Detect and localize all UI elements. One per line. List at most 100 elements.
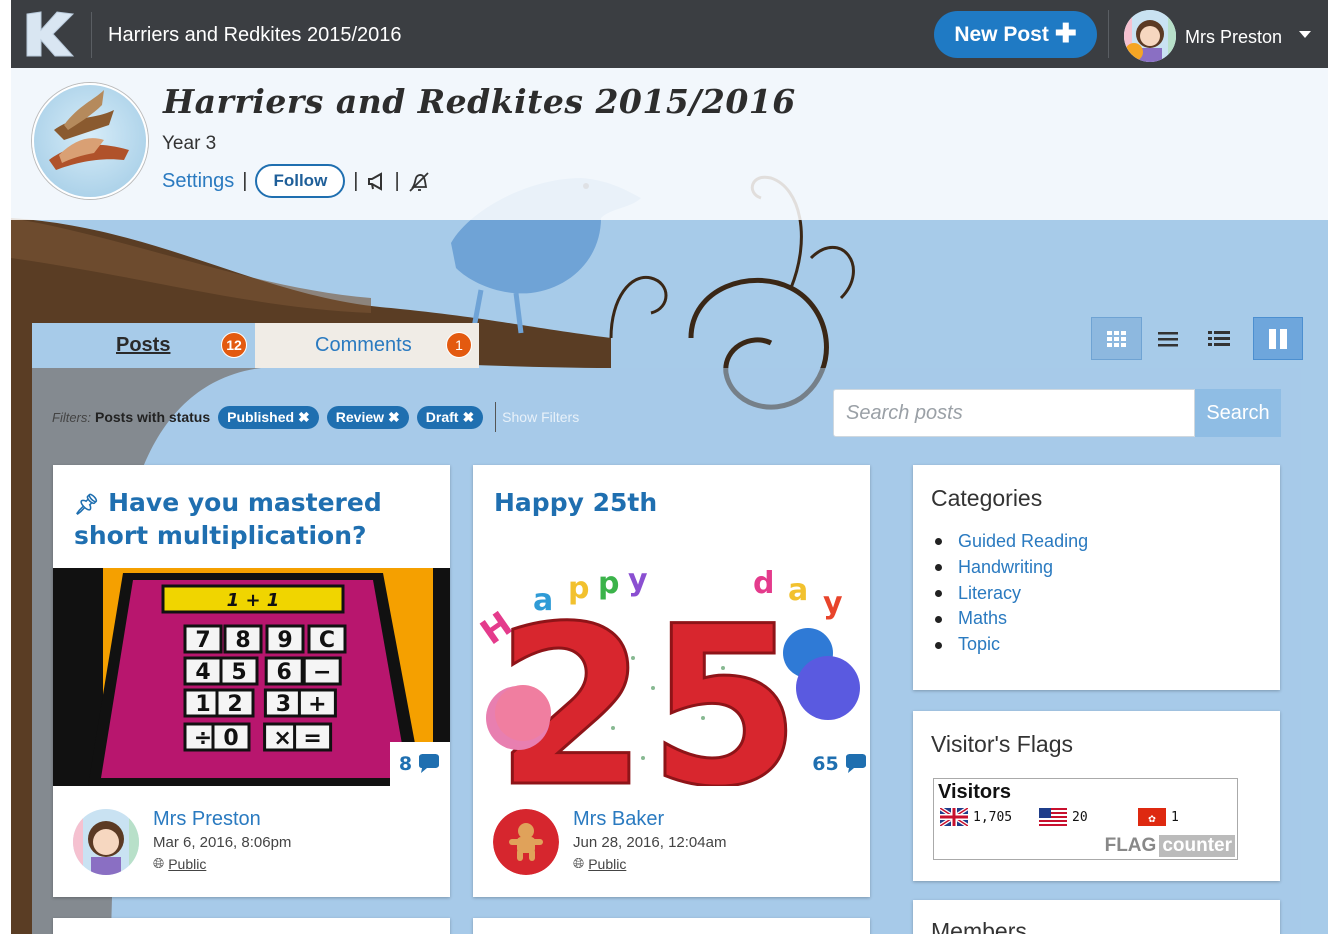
close-icon[interactable]: ✖ xyxy=(388,409,400,425)
megaphone-icon[interactable] xyxy=(367,171,387,191)
filter-chip-draft[interactable]: Draft ✖ xyxy=(416,405,484,429)
header-actions: Settings | Follow | | xyxy=(162,162,429,200)
category-link[interactable]: Maths xyxy=(935,606,1088,632)
svg-text:y: y xyxy=(823,586,843,621)
post-card-partial[interactable] xyxy=(53,918,450,934)
plus-icon: ✚ xyxy=(1054,18,1077,48)
post-image-calculator[interactable]: 1 + 1 7 8 9 C 4 5 6−1 2 3 + ÷ 0 × = 8 xyxy=(53,568,450,786)
flag-count: 1 xyxy=(1171,809,1179,825)
post-card-partial[interactable] xyxy=(473,918,870,934)
settings-link[interactable]: Settings xyxy=(162,170,234,193)
visibility-label: Public xyxy=(588,855,627,872)
filter-chip-published[interactable]: Published ✖ xyxy=(218,405,319,429)
globe-icon: 🌐︎ xyxy=(153,855,165,871)
columns-icon xyxy=(1269,328,1287,349)
close-icon[interactable]: ✖ xyxy=(462,409,474,425)
author-name[interactable]: Mrs Baker xyxy=(573,808,664,831)
separator: | xyxy=(353,169,359,192)
author-avatar[interactable] xyxy=(493,809,559,875)
calculator-key-label: 1 xyxy=(195,692,210,717)
list-view-button[interactable] xyxy=(1142,317,1193,360)
flag-counter-logo[interactable]: FLAG counter xyxy=(1105,835,1235,857)
post-title-text: Have you mastered short multiplication? xyxy=(74,488,382,550)
calculator-key-label: ÷ xyxy=(194,726,212,751)
comments-count-badge: 1 xyxy=(446,332,472,358)
flag-row-hk: ✿ 1 xyxy=(1138,808,1179,826)
post-visibility[interactable]: 🌐︎ Public xyxy=(153,855,206,872)
members-title: Members xyxy=(931,918,1027,934)
category-link[interactable]: Topic xyxy=(935,632,1088,658)
grid-icon xyxy=(1106,330,1126,347)
flag-count: 1,705 xyxy=(973,809,1013,825)
top-navigation-bar: Harriers and Redkites 2015/2016 New Post… xyxy=(11,0,1328,68)
post-title[interactable]: 📌︎ Have you mastered short multiplicatio… xyxy=(74,487,432,551)
grid-view-button[interactable] xyxy=(1091,317,1142,360)
filters-label: Filters: xyxy=(52,409,91,425)
user-name[interactable]: Mrs Preston xyxy=(1185,27,1282,48)
members-widget: Members xyxy=(913,900,1280,934)
comment-count[interactable]: 65 xyxy=(810,742,870,786)
calculator-key-label: − xyxy=(313,660,331,685)
show-filters-link[interactable]: Show Filters xyxy=(495,402,579,432)
tab-posts-label: Posts xyxy=(116,334,171,356)
calculator-key-label: × xyxy=(273,726,291,751)
new-post-button[interactable]: New Post ✚ xyxy=(934,11,1097,58)
close-icon[interactable]: ✖ xyxy=(298,409,310,425)
author-name[interactable]: Mrs Preston xyxy=(153,808,261,831)
column-layout-button[interactable] xyxy=(1253,317,1303,360)
categories-list: Guided Reading Handwriting Literacy Math… xyxy=(935,529,1088,658)
calculator-display: 1 + 1 xyxy=(227,590,280,611)
calculator-key-label: 8 xyxy=(235,628,250,653)
search-input[interactable]: Search posts xyxy=(833,389,1195,437)
filters-status-text: Posts with status xyxy=(95,409,211,425)
filter-chip-label: Published xyxy=(227,408,295,425)
categories-widget: Categories Guided Reading Handwriting Li… xyxy=(913,465,1280,690)
class-title: Harriers and Redkites 2015/2016 xyxy=(163,82,796,121)
calculator-key-label: 3 xyxy=(276,692,291,717)
calculator-key-label: 5 xyxy=(231,660,246,685)
detail-list-view-button[interactable] xyxy=(1193,317,1244,360)
post-visibility[interactable]: 🌐︎ Public xyxy=(573,855,626,872)
view-mode-toggles xyxy=(1091,317,1303,360)
search-button[interactable]: Search xyxy=(1195,389,1281,437)
topbar-divider xyxy=(91,12,92,58)
calculator-key-label: + xyxy=(308,692,326,717)
caret-down-icon[interactable] xyxy=(1299,31,1311,38)
comments-icon xyxy=(845,754,866,773)
post-image-birthday[interactable]: H a p p y d a y 25 65 xyxy=(473,568,870,786)
topbar-divider-right xyxy=(1108,10,1109,58)
user-avatar[interactable] xyxy=(1124,10,1176,62)
post-title[interactable]: Happy 25th xyxy=(494,487,852,518)
category-link[interactable]: Literacy xyxy=(935,581,1088,607)
bell-off-icon[interactable] xyxy=(408,171,429,192)
flag-row-us: 20 xyxy=(1039,808,1088,826)
flag-counter[interactable]: Visitors 1,705 20 ✿ 1 FLAG counter xyxy=(933,778,1238,860)
tab-posts[interactable]: Posts 12 xyxy=(32,323,255,368)
visitor-flags-widget: Visitor's Flags Visitors 1,705 20 ✿ 1 FL… xyxy=(913,711,1280,881)
pin-icon: 📌︎ xyxy=(74,492,100,516)
tab-comments[interactable]: Comments 1 xyxy=(255,323,479,368)
filter-chip-label: Review xyxy=(335,408,385,425)
author-avatar[interactable] xyxy=(73,809,139,875)
comments-icon xyxy=(419,754,440,773)
category-link[interactable]: Handwriting xyxy=(935,555,1088,581)
calculator-key-label: 0 xyxy=(223,726,238,751)
flags-title: Visitor's Flags xyxy=(931,731,1074,757)
category-link[interactable]: Guided Reading xyxy=(935,529,1088,555)
flag-count: 20 xyxy=(1072,809,1088,825)
calculator-key-label: 2 xyxy=(227,692,242,717)
flag-counter-brand: FLAG xyxy=(1104,835,1157,856)
topbar-class-title[interactable]: Harriers and Redkites 2015/2016 xyxy=(108,24,402,47)
follow-button[interactable]: Follow xyxy=(255,164,346,198)
kidblog-logo[interactable] xyxy=(23,10,75,58)
filter-chip-review[interactable]: Review ✖ xyxy=(326,405,409,429)
class-avatar xyxy=(32,83,148,199)
list-icon xyxy=(1157,331,1178,346)
visibility-label: Public xyxy=(168,855,207,872)
posts-comments-tabs: Posts 12 Comments 1 xyxy=(32,323,479,368)
post-card[interactable]: Happy 25th H a p p y d a y 25 65 Mrs Bak… xyxy=(473,465,870,897)
post-card[interactable]: 📌︎ Have you mastered short multiplicatio… xyxy=(53,465,450,897)
hk-flag-icon: ✿ xyxy=(1138,808,1166,826)
comment-count[interactable]: 8 xyxy=(390,742,450,786)
separator: | xyxy=(394,169,400,192)
